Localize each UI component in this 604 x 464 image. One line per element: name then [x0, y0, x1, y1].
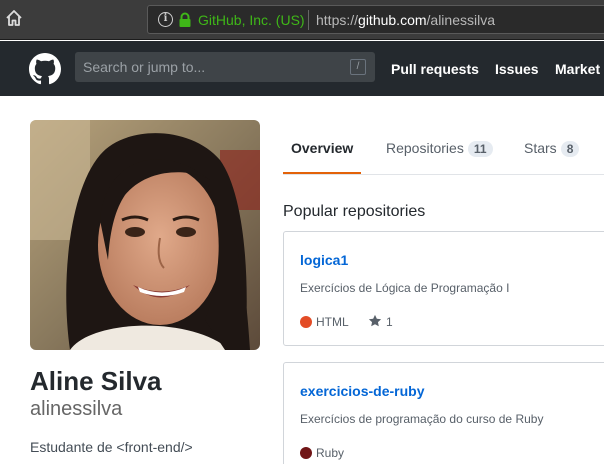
repo-card: logica1 Exercícios de Lógica de Programa… — [283, 231, 604, 346]
certificate-name[interactable]: GitHub, Inc. (US) — [198, 12, 305, 28]
repo-description: Exercícios de Lógica de Programação I — [300, 281, 510, 295]
repo-description: Exercícios de programação do curso de Ru… — [300, 412, 544, 426]
language-color-dot — [300, 316, 312, 328]
profile-username: alinessilva — [30, 398, 123, 420]
home-icon[interactable] — [4, 8, 24, 28]
profile-bio: Estudante de <front-end/> — [30, 439, 193, 455]
tab-repositories[interactable]: Repositories 11 — [386, 140, 493, 157]
repo-card: exercicios-de-ruby Exercícios de program… — [283, 362, 604, 464]
search-shortcut-key: / — [350, 59, 366, 75]
lock-icon[interactable] — [178, 12, 192, 28]
repo-language: HTML — [316, 315, 349, 329]
browser-toolbar: i GitHub, Inc. (US) https://github.com/a… — [0, 0, 604, 40]
profile-tabs: Overview Repositories 11 Stars 8 — [283, 120, 604, 175]
avatar[interactable] — [30, 120, 260, 350]
profile-full-name: Aline Silva — [30, 366, 162, 396]
nav-pull-requests[interactable]: Pull requests — [391, 61, 479, 77]
repo-star-count[interactable]: 1 — [386, 315, 393, 329]
star-icon[interactable] — [368, 314, 382, 328]
tab-stars[interactable]: Stars 8 — [524, 140, 580, 157]
repo-name-link[interactable]: logica1 — [300, 252, 348, 268]
tab-overview[interactable]: Overview — [291, 140, 353, 156]
github-octocat-icon[interactable] — [29, 53, 61, 85]
repo-name-link[interactable]: exercicios-de-ruby — [300, 383, 425, 399]
search-input[interactable]: Search or jump to... / — [75, 52, 375, 82]
popular-repositories-heading: Popular repositories — [283, 203, 426, 220]
info-icon[interactable]: i — [158, 12, 173, 27]
url-text[interactable]: https://github.com/alinessilva — [316, 12, 495, 28]
url-divider — [308, 10, 309, 30]
search-placeholder: Search or jump to... — [83, 59, 206, 75]
active-tab-underline — [283, 172, 361, 174]
language-color-dot — [300, 447, 312, 459]
nav-issues[interactable]: Issues — [495, 61, 539, 77]
github-header: Search or jump to... / Pull requests Iss… — [0, 41, 604, 96]
repositories-count-badge: 11 — [467, 141, 493, 157]
url-bar[interactable]: i GitHub, Inc. (US) https://github.com/a… — [147, 5, 604, 34]
repo-language: Ruby — [316, 446, 345, 460]
stars-count-badge: 8 — [560, 141, 580, 157]
nav-marketplace[interactable]: Market — [555, 61, 600, 77]
